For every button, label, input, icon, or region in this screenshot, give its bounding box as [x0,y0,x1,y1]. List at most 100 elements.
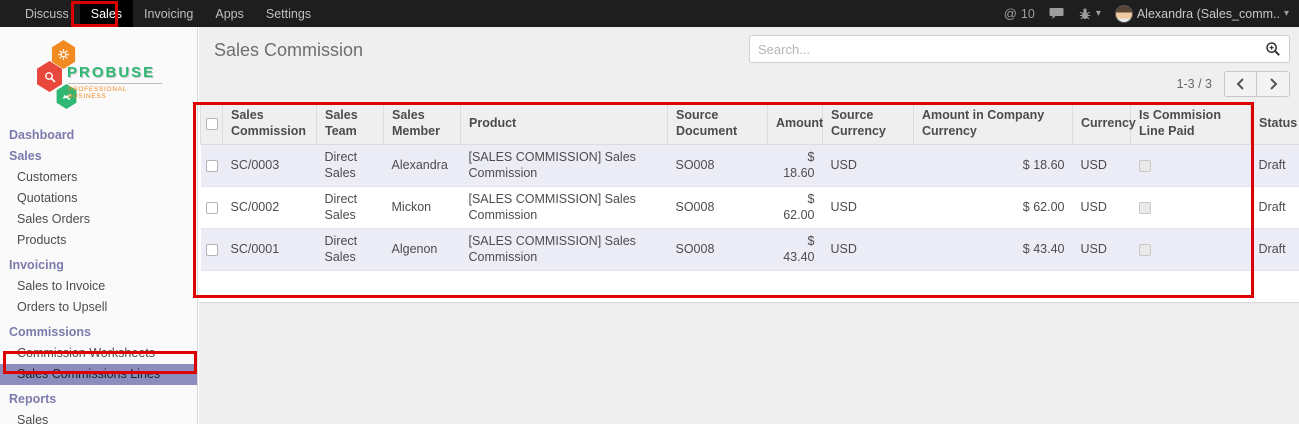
sidebar-nav: Dashboard Sales Customers Quotations Sal… [0,115,197,424]
cell-currency: USD [1073,228,1131,270]
search-zoom-icon[interactable] [1257,41,1289,57]
topbar-menu-sales[interactable]: Sales [80,0,133,27]
messages-button[interactable] [1049,7,1064,20]
cell-source-document: SO008 [668,186,768,228]
user-avatar [1115,5,1133,23]
row-checkbox[interactable] [206,202,218,214]
pager-range: 1-3 / 3 [1177,77,1212,91]
cell-name: SC/0002 [223,186,317,228]
table-row-sc0002[interactable]: SC/0002 Direct Sales Mickon [SALES COMMI… [201,186,1299,228]
user-menu[interactable]: Alexandra (Sales_comm.. ▾ [1115,5,1289,23]
cell-status: Draft [1251,186,1299,228]
main-content: Sales Commission 1-3 / 3 [199,27,1299,424]
cell-is-paid [1131,144,1251,186]
app-menus: Discuss Sales Invoicing Apps Settings [0,0,322,27]
cell-name: SC/0001 [223,228,317,270]
table-header-row: Sales Commission Sales Team Sales Member… [201,103,1299,144]
cell-status: Draft [1251,144,1299,186]
cell-amount: $ 62.00 [768,186,823,228]
search-input[interactable] [750,42,1257,57]
company-logo: PROBUSE PROFESSIONAL BUSINESS [0,27,197,115]
pager-previous-button[interactable] [1224,71,1257,97]
user-name: Alexandra (Sales_comm.. [1137,7,1280,21]
page-title: Sales Commission [214,40,363,61]
is-paid-checkbox [1139,160,1151,172]
column-header-amount[interactable]: Amount [768,103,823,144]
cell-amount-company: $ 43.40 [914,228,1073,270]
sidebar-item-sales-commissions-lines[interactable]: Sales Commissions Lines [0,364,197,385]
sidebar-section-invoicing[interactable]: Invoicing [0,255,197,276]
cell-source-document: SO008 [668,228,768,270]
cell-amount: $ 43.40 [768,228,823,270]
column-header-sales-commission[interactable]: Sales Commission [223,103,317,144]
column-header-product[interactable]: Product [461,103,668,144]
column-header-sales-member[interactable]: Sales Member [384,103,461,144]
sidebar-item-customers[interactable]: Customers [0,167,197,188]
sidebar-item-products[interactable]: Products [0,230,197,251]
pager: 1-3 / 3 [1177,71,1290,97]
logo-tagline: PROFESSIONAL BUSINESS [68,83,162,100]
column-header-source-currency[interactable]: Source Currency [823,103,914,144]
debug-menu-button[interactable]: ▾ [1078,7,1101,21]
sidebar-item-reports-sales[interactable]: Sales [0,410,197,424]
select-all-cell [201,103,223,144]
sidebar-section-commissions[interactable]: Commissions [0,322,197,343]
cell-is-paid [1131,228,1251,270]
select-all-checkbox[interactable] [206,118,218,130]
sidebar-item-quotations[interactable]: Quotations [0,188,197,209]
column-header-is-commission-line-paid[interactable]: Is Commision Line Paid [1131,103,1251,144]
table-row-sc0003[interactable]: SC/0003 Direct Sales Alexandra [SALES CO… [201,144,1299,186]
column-header-currency[interactable]: Currency [1073,103,1131,144]
table-row-sc0001[interactable]: SC/0001 Direct Sales Algenon [SALES COMM… [201,228,1299,270]
sidebar-item-sales-to-invoice[interactable]: Sales to Invoice [0,276,197,297]
chevron-down-icon: ▾ [1096,8,1101,19]
cell-source-currency: USD [823,228,914,270]
column-header-sales-team[interactable]: Sales Team [317,103,384,144]
cell-member: Mickon [384,186,461,228]
sidebar-item-commission-worksheets[interactable]: Commission Worksheets [0,343,197,364]
cell-source-currency: USD [823,186,914,228]
is-paid-checkbox [1139,244,1151,256]
cell-team: Direct Sales [317,228,384,270]
cell-currency: USD [1073,144,1131,186]
cell-currency: USD [1073,186,1131,228]
sidebar-section-reports[interactable]: Reports [0,389,197,410]
sidebar-section-dashboard[interactable]: Dashboard [0,125,197,146]
cell-team: Direct Sales [317,186,384,228]
sidebar-item-orders-to-upsell[interactable]: Orders to Upsell [0,297,197,318]
mention-count: 10 [1021,7,1035,21]
cell-team: Direct Sales [317,144,384,186]
sidebar-item-sales-orders[interactable]: Sales Orders [0,209,197,230]
bug-icon [1078,7,1092,21]
cell-member: Algenon [384,228,461,270]
column-header-status[interactable]: Status [1251,103,1299,144]
pager-next-button[interactable] [1257,71,1290,97]
topbar-menu-settings[interactable]: Settings [255,0,322,27]
topbar-menu-invoicing[interactable]: Invoicing [133,0,204,27]
cell-status: Draft [1251,228,1299,270]
logo-wordmark: PROBUSE [67,64,155,81]
mentions-counter[interactable]: @ 10 [1004,6,1035,21]
column-header-amount-company-currency[interactable]: Amount in Company Currency [914,103,1073,144]
cell-product: [SALES COMMISSION] Sales Commission [461,228,668,270]
row-checkbox[interactable] [206,244,218,256]
is-paid-checkbox [1139,202,1151,214]
row-select-cell [201,144,223,186]
list-view: Sales Commission Sales Team Sales Member… [199,103,1299,302]
row-checkbox[interactable] [206,160,218,172]
commission-lines-table: Sales Commission Sales Team Sales Member… [200,103,1299,293]
cell-amount-company: $ 18.60 [914,144,1073,186]
mention-icon: @ [1004,6,1017,21]
top-navigation-bar: Discuss Sales Invoicing Apps Settings @ … [0,0,1299,27]
empty-row [201,270,1299,293]
search-bar [749,35,1290,63]
topbar-menu-discuss[interactable]: Discuss [14,0,80,27]
sidebar-section-sales[interactable]: Sales [0,146,197,167]
app-window: Discuss Sales Invoicing Apps Settings @ … [0,0,1299,424]
column-header-source-document[interactable]: Source Document [668,103,768,144]
cell-is-paid [1131,186,1251,228]
row-select-cell [201,228,223,270]
cell-product: [SALES COMMISSION] Sales Commission [461,144,668,186]
topbar-menu-apps[interactable]: Apps [204,0,255,27]
cell-product: [SALES COMMISSION] Sales Commission [461,186,668,228]
